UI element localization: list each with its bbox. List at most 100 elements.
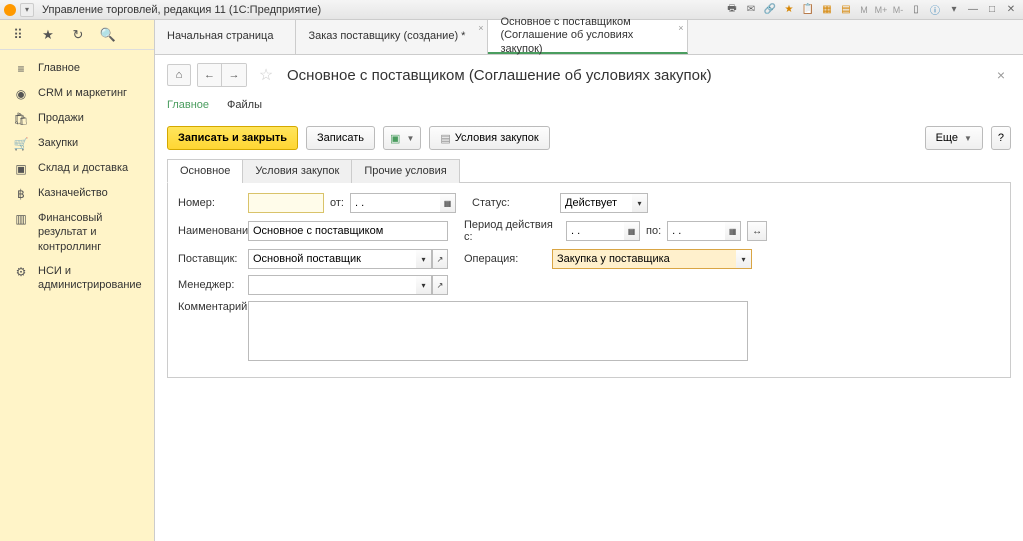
sidebar-item-treasury[interactable]: ฿ Казначейство (0, 181, 154, 206)
tb-mplus-icon[interactable]: M+ (874, 3, 888, 17)
sidebar-item-label: CRM и маркетинг (38, 86, 127, 100)
calendar-icon[interactable]: ▦ (725, 221, 741, 241)
dropdown-icon[interactable]: ▾ (632, 193, 648, 213)
create-based-button[interactable]: ▣▼ (383, 126, 421, 150)
help-button[interactable]: ? (991, 126, 1011, 150)
back-button[interactable]: ← (198, 64, 222, 86)
star-icon[interactable]: ★ (40, 27, 56, 43)
sidebar-item-warehouse[interactable]: ▣ Склад и доставка (0, 156, 154, 181)
sidebar-item-nsi[interactable]: ⚙ НСИ и администрирование (0, 259, 154, 298)
sidebar-item-label: Финансовый результат и контроллинг (38, 211, 144, 254)
tb-link-icon[interactable]: 🔗 (762, 3, 778, 17)
dropdown-icon[interactable]: ▾ (416, 249, 432, 269)
calendar-icon[interactable]: ▦ (440, 193, 456, 213)
tab-close-icon[interactable]: × (478, 23, 483, 33)
save-close-button[interactable]: Записать и закрыть (167, 126, 298, 150)
tab-order[interactable]: Заказ поставщику (создание) * × (296, 20, 488, 54)
home-icon: ≡ (14, 62, 28, 76)
page-title: Основное с поставщиком (Соглашение об ус… (287, 67, 712, 84)
subtabs: Главное Файлы (155, 95, 1023, 118)
sidebar: ⠿ ★ ↻ 🔍 ≡ Главное ◉ CRM и маркетинг 🛍 Пр… (0, 20, 155, 541)
tab-start-page[interactable]: Начальная страница (155, 20, 296, 54)
bag-icon: 🛍 (14, 112, 28, 126)
tb-calc-icon[interactable]: ▦ (819, 3, 835, 17)
crm-icon: ◉ (14, 87, 28, 101)
period-from-input[interactable] (566, 221, 624, 241)
save-button[interactable]: Записать (306, 126, 375, 150)
sidebar-item-main[interactable]: ≡ Главное (0, 56, 154, 81)
sidebar-item-crm[interactable]: ◉ CRM и маркетинг (0, 81, 154, 106)
tb-clipboard-icon[interactable]: 📋 (800, 3, 816, 17)
operation-label: Операция: (464, 253, 518, 265)
titlebar-dropdown[interactable]: ▾ (20, 3, 34, 17)
form-tab-other[interactable]: Прочие условия (351, 159, 459, 183)
comment-label: Комментарий: (178, 301, 242, 313)
period-to-input[interactable] (667, 221, 725, 241)
search-icon[interactable]: 🔍 (100, 27, 116, 43)
from-label: от: (330, 197, 344, 209)
gear-icon: ⚙ (14, 265, 28, 279)
maximize-button[interactable]: □ (984, 3, 1000, 17)
history-icon[interactable]: ↻ (70, 27, 86, 43)
page-close-button[interactable]: × (991, 67, 1011, 83)
toolbar: Записать и закрыть Записать ▣▼ ▤Условия … (155, 118, 1023, 158)
form-body: Номер: от: ▦ Статус: ▾ Наименование: Пер… (167, 183, 1011, 378)
sidebar-item-sales[interactable]: 🛍 Продажи (0, 106, 154, 131)
money-icon: ฿ (14, 187, 28, 201)
tab-close-icon[interactable]: × (678, 23, 683, 33)
sidebar-item-finance[interactable]: ▥ Финансовый результат и контроллинг (0, 206, 154, 259)
form-tab-conditions[interactable]: Условия закупок (242, 159, 352, 183)
sidebar-item-label: НСИ и администрирование (38, 264, 144, 293)
tb-star-icon[interactable]: ★ (781, 3, 797, 17)
tb-sep: ▯ (908, 3, 924, 17)
tab-agreement[interactable]: Основное с поставщиком (Соглашение об ус… (488, 20, 688, 54)
chart-icon: ▥ (14, 212, 28, 226)
supplier-input[interactable] (248, 249, 416, 269)
minimize-button[interactable]: — (965, 3, 981, 17)
swap-icon[interactable]: ↔ (747, 221, 767, 241)
close-button[interactable]: ✕ (1003, 3, 1019, 17)
open-icon[interactable]: ↗ (432, 275, 448, 295)
name-input[interactable] (248, 221, 448, 241)
form-tabs: Основное Условия закупок Прочие условия (167, 158, 1011, 183)
tb-mminus-icon[interactable]: M- (891, 3, 905, 17)
open-icon[interactable]: ↗ (432, 249, 448, 269)
date-from-input[interactable] (350, 193, 440, 213)
more-button[interactable]: Еще▼ (925, 126, 983, 150)
name-label: Наименование: (178, 225, 242, 237)
sidebar-item-purchases[interactable]: 🛒 Закупки (0, 131, 154, 156)
dropdown-icon[interactable]: ▾ (416, 275, 432, 295)
calendar-icon[interactable]: ▦ (624, 221, 640, 241)
status-label: Статус: (472, 197, 526, 209)
forward-button[interactable]: → (222, 64, 246, 86)
home-button[interactable]: ⌂ (167, 64, 191, 86)
status-select[interactable] (560, 193, 632, 213)
subtab-files[interactable]: Файлы (227, 95, 262, 117)
subtab-main[interactable]: Главное (167, 95, 209, 117)
sidebar-nav: ≡ Главное ◉ CRM и маркетинг 🛍 Продажи 🛒 … (0, 50, 154, 303)
tb-m-icon[interactable]: M (857, 3, 871, 17)
number-input[interactable] (248, 193, 324, 213)
comment-textarea[interactable] (248, 301, 748, 361)
tb-mail-icon[interactable]: ✉ (743, 3, 759, 17)
manager-input[interactable] (248, 275, 416, 295)
sidebar-tools: ⠿ ★ ↻ 🔍 (0, 20, 154, 50)
tb-grid-icon[interactable]: ▤ (838, 3, 854, 17)
cart-icon: 🛒 (14, 137, 28, 151)
favorite-star-icon[interactable]: ☆ (257, 66, 275, 84)
operation-select[interactable] (552, 249, 736, 269)
sidebar-item-label: Главное (38, 61, 80, 75)
tb-info-dd[interactable]: ▾ (946, 3, 962, 17)
more-label: Еще (936, 132, 958, 144)
app-icon (4, 4, 16, 16)
content: Начальная страница Заказ поставщику (соз… (155, 20, 1023, 541)
manager-label: Менеджер: (178, 279, 242, 291)
apps-icon[interactable]: ⠿ (10, 27, 26, 43)
form-tab-main[interactable]: Основное (167, 159, 243, 183)
tb-print-icon[interactable]: 🖶 (724, 3, 740, 17)
tb-info-icon[interactable]: ⓘ (927, 3, 943, 17)
tab-label: Начальная страница (167, 30, 283, 43)
dropdown-icon[interactable]: ▾ (736, 249, 752, 269)
conditions-button[interactable]: ▤Условия закупок (429, 126, 549, 150)
tab-label: Заказ поставщику (создание) * (308, 30, 475, 43)
